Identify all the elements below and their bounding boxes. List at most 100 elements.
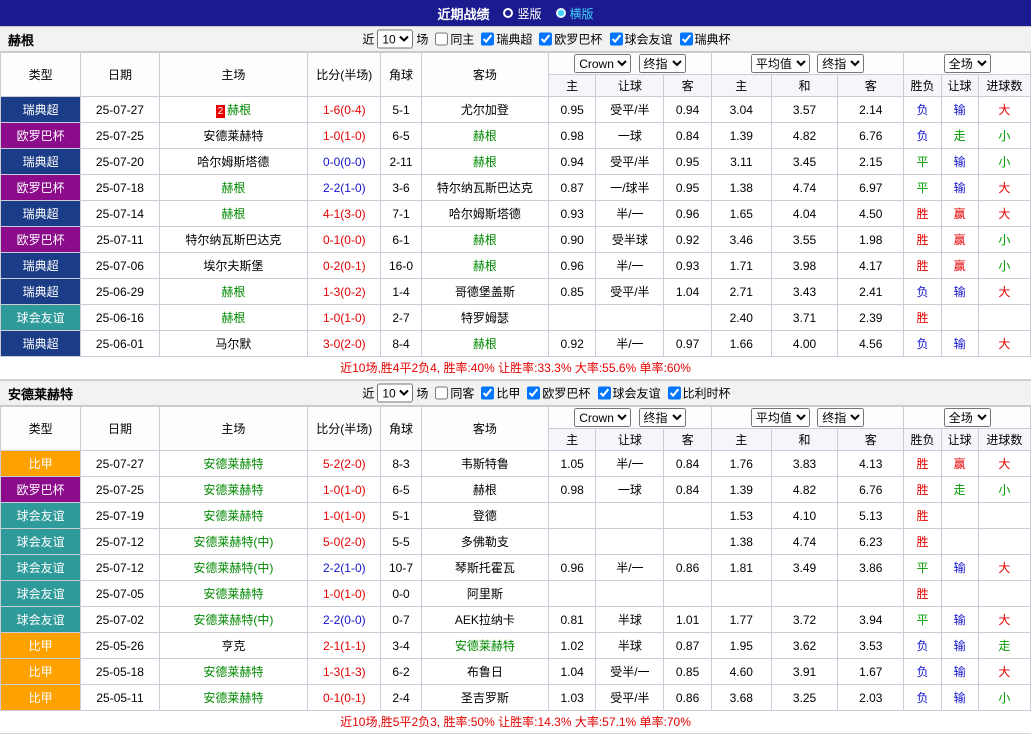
home-team-cell: 赫根 (159, 305, 308, 331)
odds-home-cell: 1.03 (549, 685, 596, 711)
league-checkbox[interactable] (527, 387, 540, 400)
league-filter-1[interactable]: 欧罗巴杯 (527, 385, 590, 402)
col-header-result: 胜负 (904, 429, 941, 451)
league-cell: 球会友谊 (1, 581, 81, 607)
avg-home-cell: 1.76 (711, 451, 771, 477)
avg-draw-cell: 4.82 (771, 123, 837, 149)
league-checkbox[interactable] (481, 387, 494, 400)
odds-source-select[interactable]: Crown (574, 54, 631, 73)
avg-draw-cell: 3.83 (771, 451, 837, 477)
avg-away-cell: 2.14 (838, 97, 904, 123)
match-row: 球会友谊25-07-12安德莱赫特(中)5-0(2-0)5-5多佛勒支1.384… (1, 529, 1031, 555)
final-index-select-2[interactable]: 终指 (817, 408, 864, 427)
goals-result-cell (978, 581, 1030, 607)
avg-away-cell: 4.13 (838, 451, 904, 477)
league-filter-2[interactable]: 球会友谊 (609, 31, 672, 48)
league-filter-3[interactable]: 瑞典杯 (679, 31, 730, 48)
odds-group-header: Crown 终指 (549, 407, 712, 429)
odds-home-cell: 0.94 (549, 149, 596, 175)
score-cell: 5-2(2-0) (308, 451, 381, 477)
score-cell: 4-1(3-0) (308, 201, 381, 227)
league-filter-1[interactable]: 欧罗巴杯 (539, 31, 602, 48)
team-name: 安德莱赫特 (203, 691, 263, 705)
league-checkbox[interactable] (597, 387, 610, 400)
league-cell: 球会友谊 (1, 555, 81, 581)
average-select[interactable]: 平均值 (751, 408, 810, 427)
final-index-select[interactable]: 终指 (639, 54, 686, 73)
league-filter-0[interactable]: 比甲 (481, 385, 520, 402)
radio-selected-icon (556, 8, 566, 18)
avg-home-cell: 1.77 (711, 607, 771, 633)
league-checkbox[interactable] (679, 33, 692, 46)
red-badge: 2 (216, 105, 226, 118)
odds-source-select[interactable]: Crown (574, 408, 631, 427)
scope-group-header: 全场 (904, 407, 1031, 429)
team-name: 赫根 (221, 285, 245, 299)
league-label: 球会友谊 (624, 31, 672, 48)
avg-home-cell: 1.39 (711, 477, 771, 503)
league-cell: 瑞典超 (1, 279, 81, 305)
result-cell: 平 (904, 555, 941, 581)
scope-select[interactable]: 全场 (944, 54, 991, 73)
corner-cell: 10-7 (381, 555, 421, 581)
date-cell: 25-05-18 (81, 659, 159, 685)
league-cell: 球会友谊 (1, 607, 81, 633)
result-cell: 胜 (904, 581, 941, 607)
league-filter-2[interactable]: 球会友谊 (597, 385, 660, 402)
home-team-cell: 安德莱赫特(中) (159, 529, 308, 555)
home-team-cell: 安德莱赫特(中) (159, 607, 308, 633)
league-label: 球会友谊 (612, 385, 660, 402)
league-checkbox[interactable] (539, 33, 552, 46)
odds-away-cell (664, 581, 711, 607)
goals-result-cell (978, 503, 1030, 529)
layout-radio-horizontal[interactable]: 横版 (556, 5, 594, 22)
col-header-date: 日期 (81, 53, 159, 97)
league-checkbox[interactable] (609, 33, 622, 46)
average-select[interactable]: 平均值 (751, 54, 810, 73)
team-name: 亨克 (221, 639, 245, 653)
away-team-cell: 赫根 (421, 123, 548, 149)
handicap-cell: 一球 (596, 477, 664, 503)
score-cell: 1-0(1-0) (308, 477, 381, 503)
same-venue-filter[interactable]: 同主 (435, 31, 474, 48)
date-cell: 25-07-06 (81, 253, 159, 279)
league-filter-0[interactable]: 瑞典超 (481, 31, 532, 48)
recent-count-select[interactable]: 10 (377, 384, 413, 403)
col-header-score: 比分(半场) (308, 407, 381, 451)
final-index-select-2[interactable]: 终指 (817, 54, 864, 73)
recent-count-select[interactable]: 10 (377, 30, 413, 49)
scope-select[interactable]: 全场 (944, 408, 991, 427)
odds-home-cell: 0.90 (549, 227, 596, 253)
result-cell: 负 (904, 331, 941, 357)
team-name: 特尔纳瓦斯巴达克 (437, 181, 533, 195)
col-header-goals: 进球数 (978, 75, 1030, 97)
team-name: 赫根 (221, 207, 245, 221)
result-cell: 负 (904, 659, 941, 685)
same-venue-filter[interactable]: 同客 (435, 385, 474, 402)
avg-draw-cell: 3.62 (771, 633, 837, 659)
result-cell: 胜 (904, 227, 941, 253)
col-header-score: 比分(半场) (308, 53, 381, 97)
result-cell: 负 (904, 685, 941, 711)
same-venue-checkbox[interactable] (435, 33, 448, 46)
odds-away-cell (664, 529, 711, 555)
league-checkbox[interactable] (481, 33, 494, 46)
team-name: 赫根 (473, 259, 497, 273)
final-index-select[interactable]: 终指 (639, 408, 686, 427)
odds-away-cell: 0.86 (664, 555, 711, 581)
avg-home-cell: 1.71 (711, 253, 771, 279)
match-row: 比甲25-05-11安德莱赫特0-1(0-1)2-4圣吉罗斯1.03受平/半0.… (1, 685, 1031, 711)
col-header-handicap-result: 让球 (941, 75, 978, 97)
corner-cell: 6-5 (381, 477, 421, 503)
league-filter-3[interactable]: 比利时杯 (667, 385, 730, 402)
score-cell: 1-0(1-0) (308, 503, 381, 529)
avg-home-cell: 3.46 (711, 227, 771, 253)
home-team-cell: 亨克 (159, 633, 308, 659)
same-venue-checkbox[interactable] (435, 387, 448, 400)
goals-result-cell: 大 (978, 279, 1030, 305)
league-checkbox[interactable] (667, 387, 680, 400)
layout-radio-vertical[interactable]: 竖版 (503, 5, 541, 22)
team-name: 赫根 (221, 181, 245, 195)
score-cell: 0-1(0-0) (308, 227, 381, 253)
corner-cell: 8-3 (381, 451, 421, 477)
